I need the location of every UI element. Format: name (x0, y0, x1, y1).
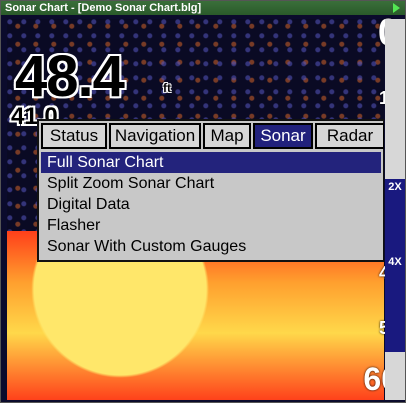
tab-map[interactable]: Map (203, 123, 251, 149)
menu-tabs: Status Navigation Map Sonar Radar (39, 121, 384, 151)
zoom-4x[interactable]: 4X (386, 257, 404, 281)
bottom-ridge (7, 241, 384, 400)
title-bar: Sonar Chart - [Demo Sonar Chart.blg] (1, 1, 405, 15)
sonar-chart-window: Sonar Chart - [Demo Sonar Chart.blg] 48.… (0, 0, 406, 403)
zoom-2x[interactable]: 2X (386, 182, 404, 206)
depth-value: 48.4 (15, 44, 125, 109)
sonar-menu-items: Full Sonar Chart Split Zoom Sonar Chart … (41, 152, 381, 257)
depth-readout: 48.4 ft (15, 48, 171, 106)
menu-item-split-zoom-sonar-chart[interactable]: Split Zoom Sonar Chart (41, 173, 381, 194)
menu-item-digital-data[interactable]: Digital Data (41, 194, 381, 215)
menu-item-sonar-custom-gauges[interactable]: Sonar With Custom Gauges (41, 236, 381, 257)
window-title: Sonar Chart - [Demo Sonar Chart.blg] (5, 2, 202, 14)
depth-unit: ft (163, 81, 171, 95)
tab-status[interactable]: Status (41, 123, 107, 149)
tab-sonar[interactable]: Sonar (253, 123, 313, 149)
menu-item-flasher[interactable]: Flasher (41, 215, 381, 236)
menu-item-full-sonar-chart[interactable]: Full Sonar Chart (41, 152, 381, 173)
page-menu[interactable]: Status Navigation Map Sonar Radar Full S… (37, 119, 384, 262)
tab-navigation[interactable]: Navigation (109, 123, 201, 149)
sonar-chart-area[interactable]: 48.4 ft 41.0 Status Navigation Map Sonar… (7, 19, 384, 400)
